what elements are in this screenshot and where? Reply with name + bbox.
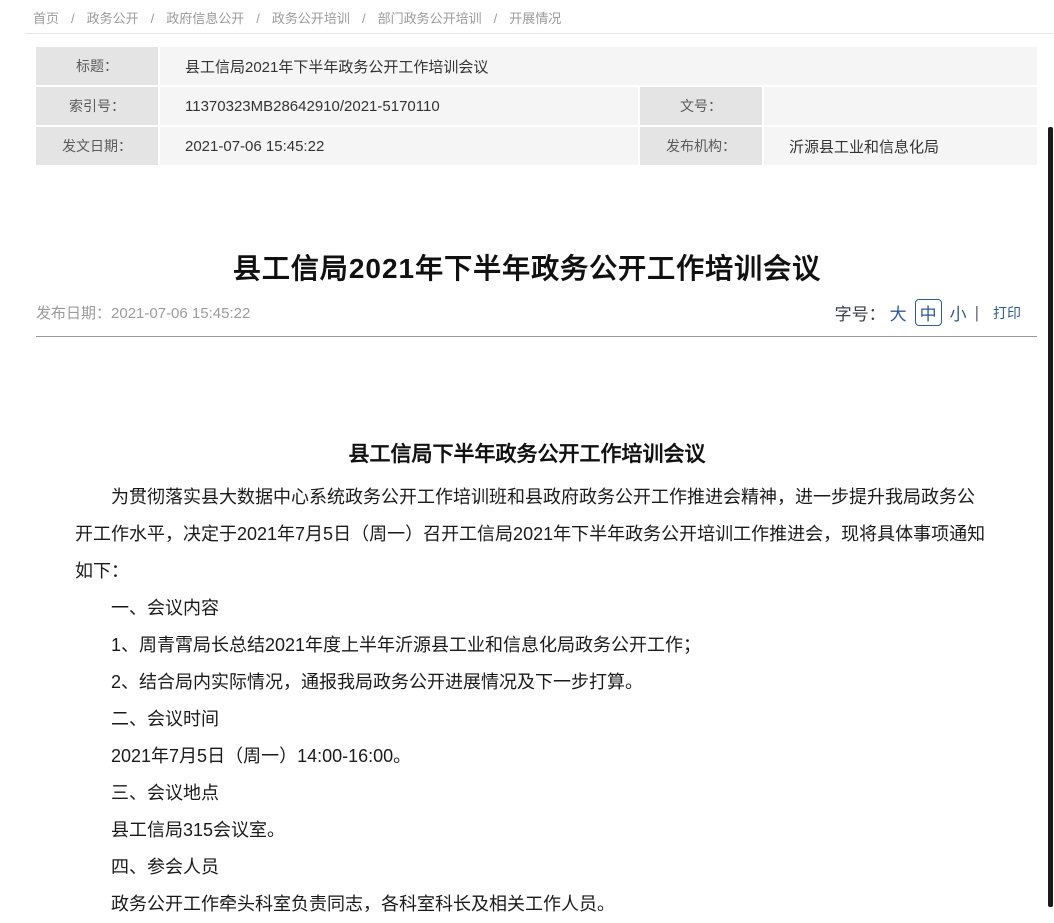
breadcrumb-item[interactable]: 首页 [33,11,59,26]
issue-date-value: 2021-07-06 15:45:22 [160,127,638,165]
header-body-divider [36,336,1037,337]
meta-row-index: 索引号： 11370323MB28642910/2021-5170110 文号： [36,87,1037,125]
document-body: 为贯彻落实县大数据中心系统政务公开工作培训班和县政府政务公开工作推进会精神，进一… [75,479,991,923]
agency-value: 沂源县工业和信息化局 [764,127,1037,165]
breadcrumb-separator: / [71,11,75,26]
print-button[interactable]: 打印 [993,303,1021,323]
breadcrumb-separator: / [256,11,260,26]
divider: | [975,303,979,323]
publish-row: 发布日期：2021-07-06 15:45:22 字号： 大 中 小 | 打印 [36,299,1021,326]
document-body-title: 县工信局下半年政务公开工作培训会议 [0,438,1054,468]
index-number-value: 11370323MB28642910/2021-5170110 [160,87,638,125]
publish-date-label: 发布日期： [36,305,111,322]
font-size-label: 字号： [835,300,886,325]
body-paragraph: 县工信局315会议室。 [75,812,991,849]
body-paragraph: 2021年7月5日（周一）14:00-16:00。 [75,738,991,775]
body-paragraph: 1、周青霄局长总结2021年度上半年沂源县工业和信息化局政务公开工作； [75,627,991,664]
font-size-small-button[interactable]: 小 [950,300,967,325]
issue-date-label: 发文日期： [36,127,158,165]
index-number-label: 索引号： [36,87,158,125]
vertical-scrollbar-thumb[interactable] [1048,127,1053,907]
breadcrumb: 首页 / 政务公开 / 政府信息公开 / 政务公开培训 / 部门政务公开培训 / 开展情况 [33,8,561,27]
breadcrumb-separator: / [494,11,498,26]
title-label: 标题： [36,47,158,85]
body-paragraph: 为贯彻落实县大数据中心系统政务公开工作培训班和县政府政务公开工作推进会精神，进一… [75,479,991,590]
meta-row-date: 发文日期： 2021-07-06 15:45:22 发布机构： 沂源县工业和信息… [36,127,1037,165]
title-value: 县工信局2021年下半年政务公开工作培训会议 [160,47,1037,85]
breadcrumb-item[interactable]: 政务公开 [87,11,139,26]
doc-number-value [764,87,1037,125]
publish-date-value: 2021-07-06 15:45:22 [111,305,250,322]
body-paragraph: 一、会议内容 [75,590,991,627]
body-paragraph: 二、会议时间 [75,701,991,738]
breadcrumb-item[interactable]: 开展情况 [509,11,561,26]
document-meta-table: 标题： 县工信局2021年下半年政务公开工作培训会议 索引号： 11370323… [36,47,1037,167]
meta-row-title: 标题： 县工信局2021年下半年政务公开工作培训会议 [36,47,1037,85]
page-title: 县工信局2021年下半年政务公开工作培训会议 [0,247,1054,287]
body-paragraph: 四、参会人员 [75,849,991,886]
body-paragraph: 三、会议地点 [75,775,991,812]
publish-date: 发布日期：2021-07-06 15:45:22 [36,302,250,323]
font-size-medium-button[interactable]: 中 [915,299,942,326]
doc-number-label: 文号： [640,87,762,125]
breadcrumb-item[interactable]: 政务公开培训 [272,11,350,26]
breadcrumb-separator: / [151,11,155,26]
breadcrumb-item[interactable]: 部门政务公开培训 [378,11,482,26]
breadcrumb-item[interactable]: 政府信息公开 [166,11,244,26]
agency-label: 发布机构： [640,127,762,165]
body-paragraph: 2、结合局内实际情况，通报我局政务公开进展情况及下一步打算。 [75,664,991,701]
breadcrumb-separator: / [362,11,366,26]
breadcrumb-divider [25,33,1054,34]
font-size-large-button[interactable]: 大 [890,300,907,325]
body-paragraph: 政务公开工作牵头科室负责同志，各科室科长及相关工作人员。 [75,886,991,923]
font-size-widget: 字号： 大 中 小 | 打印 [835,299,1021,326]
